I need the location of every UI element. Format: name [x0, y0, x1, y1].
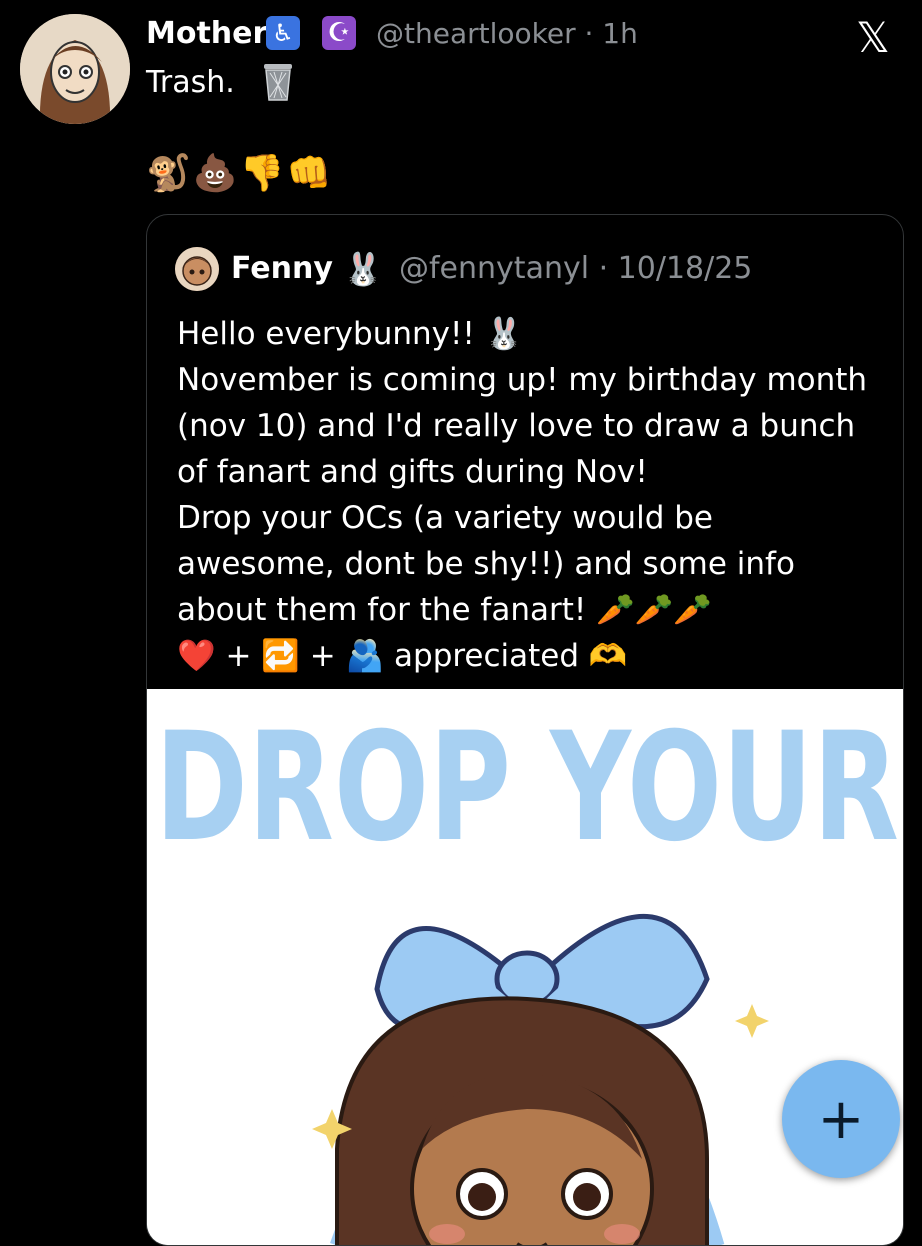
author-name[interactable]: Mother	[146, 14, 267, 54]
crescent-icon: ☪	[322, 16, 356, 50]
bunny-icon: 🐰	[343, 250, 383, 288]
avatar[interactable]	[20, 14, 130, 124]
quoted-text: Hello everybunny!! 🐰 November is coming …	[177, 311, 897, 679]
quoted-text-line: Drop your OCs (a variety would be	[177, 500, 713, 536]
quoted-text-line: about them for the fanart! 🥕🥕🥕	[177, 592, 712, 628]
quoted-media-image[interactable]: DROP YOUR	[147, 689, 903, 1245]
accessibility-icon: ♿	[266, 16, 300, 50]
author-handle-time[interactable]: @theartlooker · 1h	[376, 14, 638, 54]
quoted-text-line: of fanart and gifts during Nov!	[177, 454, 648, 490]
compose-button[interactable]: +	[782, 1060, 900, 1178]
image-headline: DROP YOUR	[155, 701, 899, 875]
emoji-reaction-row: 🐒💩👎👊	[146, 153, 334, 194]
quoted-text-line: awesome, dont be shy!!) and some info	[177, 546, 795, 582]
post-text: Trash.	[146, 65, 235, 100]
quoted-avatar[interactable]	[175, 247, 219, 291]
trash-can-icon	[258, 60, 298, 102]
quoted-handle-date[interactable]: @fennytanyl · 10/18/25	[399, 249, 752, 289]
quoted-text-line: Hello everybunny!! 🐰	[177, 316, 524, 352]
x-logo-icon[interactable]: 𝕏	[856, 16, 890, 60]
quoted-text-line: ❤️ + 🔁 + 🫂 appreciated 🫶	[177, 638, 628, 674]
quoted-text-line: (nov 10) and I'd really love to draw a b…	[177, 408, 856, 444]
quoted-author-name[interactable]: Fenny	[231, 249, 333, 289]
quoted-text-line: November is coming up! my birthday month	[177, 362, 868, 398]
